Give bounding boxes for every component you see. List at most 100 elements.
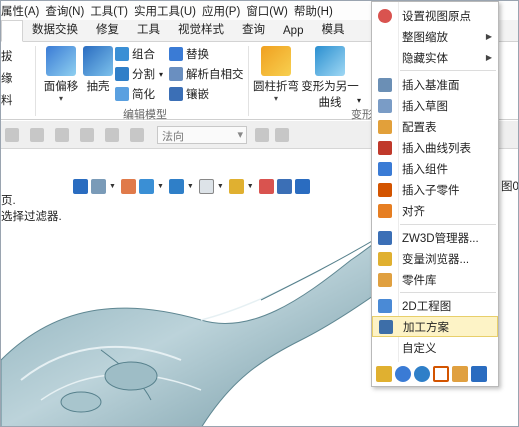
menu-utilities[interactable]: 实用工具(U): [134, 3, 202, 19]
tab-query[interactable]: 查询: [233, 18, 274, 41]
pick-filter-icon[interactable]: [275, 128, 289, 142]
tab-tools[interactable]: 工具: [128, 18, 169, 41]
menu-item-customize[interactable]: 自定义: [372, 337, 498, 358]
exit-icon[interactable]: [73, 178, 88, 194]
tab-visual-style[interactable]: 视觉样式: [169, 18, 233, 41]
replace-button[interactable]: 替换: [169, 46, 209, 62]
filter-icon[interactable]: [80, 128, 94, 142]
menu-item-machining-plan[interactable]: 加工方案: [372, 316, 498, 337]
menu-help[interactable]: 帮助(H): [294, 3, 339, 19]
replace-icon: [169, 47, 183, 61]
display-icon[interactable]: [294, 178, 310, 194]
menu-item-insert-sketch[interactable]: 插入草图: [372, 95, 498, 116]
tab-active-partial[interactable]: [1, 20, 23, 42]
fit-icon[interactable]: [276, 178, 292, 194]
shell-label: 抽壳: [86, 81, 110, 93]
snap-icon[interactable]: [105, 128, 119, 142]
menu-item-label: 隐藏实体: [402, 52, 448, 65]
tab-app[interactable]: App: [274, 22, 312, 41]
simplify-button[interactable]: 简化: [115, 86, 155, 102]
menu-item-label: 自定义: [402, 342, 437, 355]
insert-component-icon: [378, 161, 392, 176]
menu-item-config-table[interactable]: 配置表: [372, 116, 498, 137]
machining-icon: [379, 319, 393, 334]
deform-to-curve-button[interactable]: 变形为另一 曲线 ▾: [301, 46, 361, 110]
view-cube-icon[interactable]: [168, 178, 184, 194]
menu-item-zw3d-manager[interactable]: ZW3D管理器...: [372, 227, 498, 248]
repeat-icon[interactable]: [414, 366, 430, 382]
menu-item-label: 2D工程图: [402, 300, 452, 313]
deform-group-label: 变形: [351, 109, 373, 121]
chevron-down-icon[interactable]: ▼: [247, 183, 254, 190]
combine-button[interactable]: 组合: [115, 46, 155, 62]
menu-item-part-library[interactable]: 零件库: [372, 269, 498, 290]
chevron-down-icon: ▾: [159, 69, 164, 79]
menu-query[interactable]: 查询(N): [45, 3, 90, 19]
printer-icon[interactable]: [30, 128, 44, 142]
shell-button[interactable]: 抽壳: [83, 46, 113, 94]
wireframe-icon[interactable]: [198, 178, 214, 194]
tab-data-exchange[interactable]: 数据交换: [23, 18, 87, 41]
tab-mold[interactable]: 模具: [312, 18, 353, 41]
resolve-intersect-label: 解析自相交: [186, 69, 244, 81]
menu-item-hide-entity[interactable]: 隐藏实体 ▶: [372, 47, 498, 68]
undo-icon[interactable]: [395, 366, 411, 382]
ribbon-left-item-2[interactable]: 缘: [1, 70, 13, 86]
menu-item-variable-browser[interactable]: 变量浏览器...: [372, 248, 498, 269]
resolve-intersect-button[interactable]: 解析自相交: [169, 66, 244, 82]
menu-item-insert-datum-plane[interactable]: 插入基准面: [372, 74, 498, 95]
menu-item-label: 插入子零件: [402, 184, 460, 197]
shading-icon[interactable]: [91, 178, 106, 194]
menu-apps[interactable]: 应用(P): [202, 3, 246, 19]
menu-item-zoom-all[interactable]: 整图缩放 ▶: [372, 26, 498, 47]
list-icon[interactable]: [55, 128, 69, 142]
status-hint-line2: 选择过滤器.: [1, 211, 62, 223]
menu-tools[interactable]: 工具(T): [90, 3, 134, 19]
tab-repair[interactable]: 修复: [87, 18, 128, 41]
cylinder-fold-button[interactable]: 圆柱折弯 ▾: [253, 46, 299, 104]
split-label: 分割: [132, 69, 155, 81]
menu-attributes[interactable]: 属性(A): [1, 3, 45, 19]
inlay-button[interactable]: 镶嵌: [169, 86, 209, 102]
sketch-icon: [378, 98, 392, 113]
render-icon[interactable]: [228, 178, 244, 194]
view-direction-select[interactable]: 法向: [157, 126, 247, 144]
frame-icon[interactable]: [433, 366, 449, 382]
sketch-pen-icon[interactable]: [376, 366, 392, 382]
curve-list-icon: [378, 140, 392, 155]
chevron-down-icon[interactable]: ▼: [109, 183, 116, 190]
chevron-down-icon[interactable]: ▼: [187, 183, 194, 190]
menu-item-insert-component[interactable]: 插入组件: [372, 158, 498, 179]
ribbon-left-item-3[interactable]: 料: [1, 92, 13, 108]
menu-item-insert-curve-list[interactable]: 插入曲线列表: [372, 137, 498, 158]
grid-icon[interactable]: [130, 128, 144, 142]
menu-item-set-view-origin[interactable]: 设置视图原点: [372, 5, 498, 26]
face-offset-button[interactable]: 面偏移 ▾: [41, 46, 81, 104]
simplify-label: 简化: [132, 89, 155, 101]
chevron-down-icon[interactable]: ▼: [217, 183, 224, 190]
chevron-down-icon[interactable]: ▼: [157, 183, 164, 190]
pick-icon[interactable]: [255, 128, 269, 142]
face-offset-label: 面偏移: [43, 81, 79, 93]
menu-item-insert-subpart[interactable]: 插入子零件: [372, 179, 498, 200]
split-button[interactable]: 分割 ▾: [115, 66, 163, 82]
part-library-icon: [378, 272, 392, 287]
manager-icon: [378, 230, 392, 245]
replace-label: 替换: [186, 49, 209, 61]
deform-label-line2: 曲线: [318, 97, 342, 109]
pen-icon[interactable]: [120, 178, 136, 194]
split-icon: [115, 67, 129, 81]
gear-icon[interactable]: [5, 128, 19, 142]
inlay-icon: [169, 87, 183, 101]
cube-icon[interactable]: [138, 178, 154, 194]
menu-item-2d-drawing[interactable]: 2D工程图: [372, 295, 498, 316]
ribbon-left-item-1[interactable]: 拔: [1, 48, 13, 64]
drawing-icon: [378, 298, 392, 313]
clipboard-icon[interactable]: [452, 366, 468, 382]
menu-window[interactable]: 窗口(W): [246, 3, 294, 19]
exit-icon[interactable]: [471, 366, 487, 382]
menu-item-label: 对齐: [402, 205, 425, 218]
variable-browser-icon: [378, 251, 392, 266]
section-icon[interactable]: [258, 178, 274, 194]
menu-item-align[interactable]: 对齐: [372, 200, 498, 221]
